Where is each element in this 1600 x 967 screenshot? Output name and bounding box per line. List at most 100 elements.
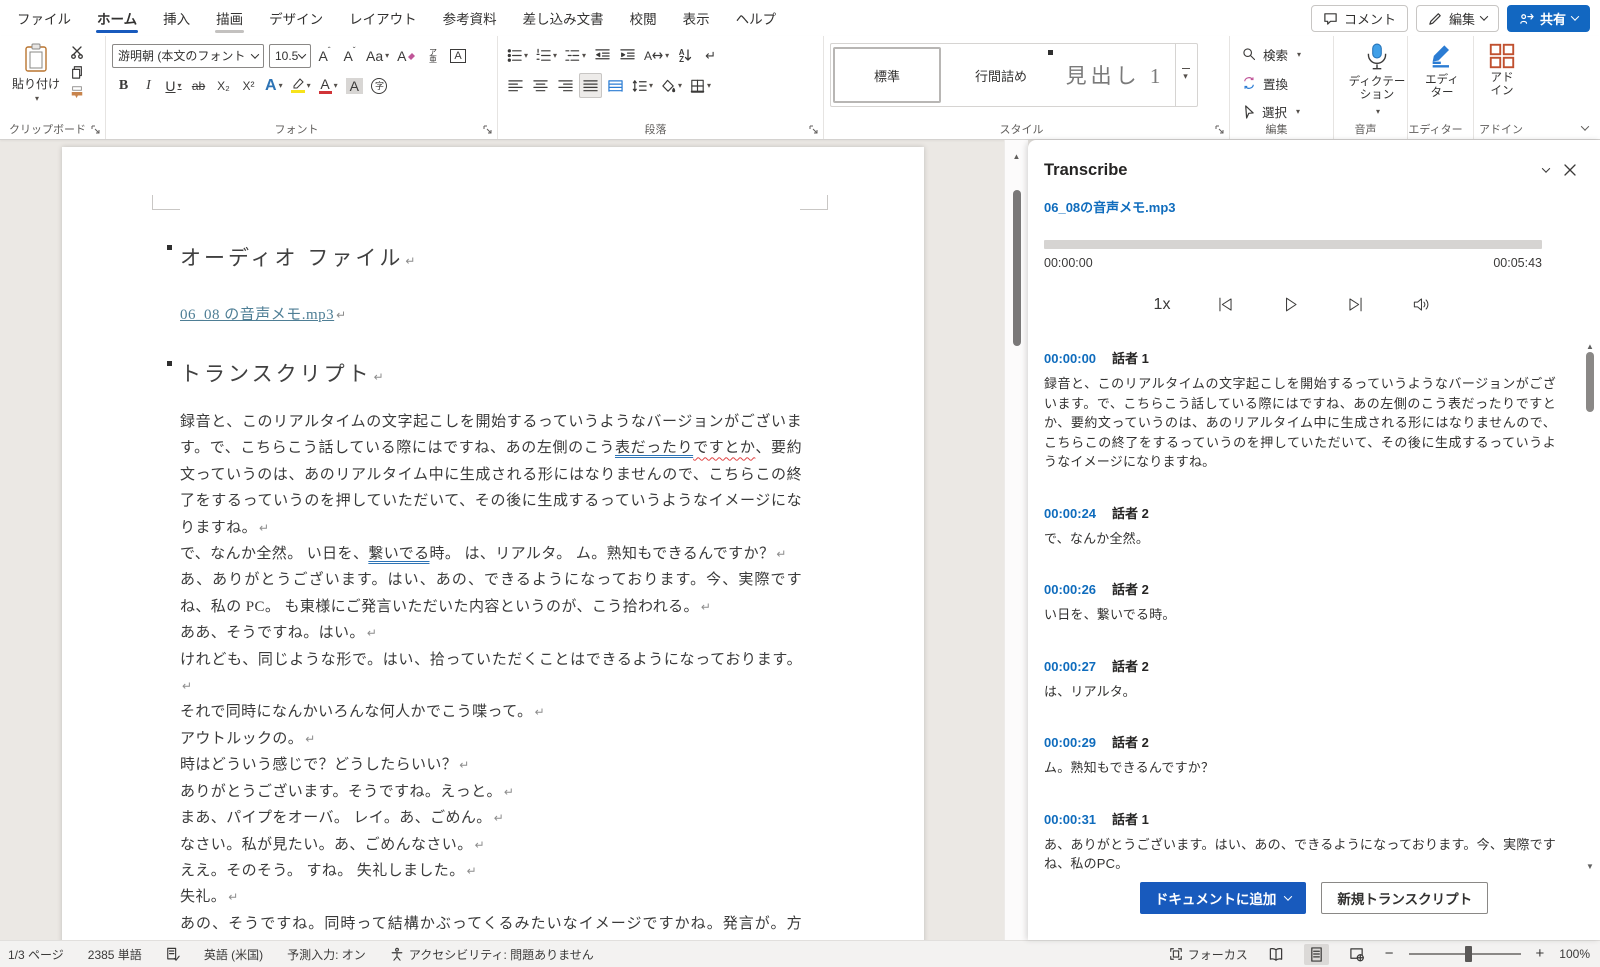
entry-text[interactable]: い日を、繋いでる時。 bbox=[1044, 605, 1556, 625]
volume-icon[interactable] bbox=[1411, 295, 1432, 314]
text-prediction-indicator[interactable]: 予測入力: オン bbox=[287, 946, 366, 963]
increase-indent-button[interactable] bbox=[616, 43, 639, 68]
entry-timestamp[interactable]: 00:00:24 bbox=[1044, 506, 1096, 521]
zoom-slider-thumb[interactable] bbox=[1465, 946, 1472, 962]
editing-mode-button[interactable]: 編集 bbox=[1416, 5, 1499, 32]
clear-formatting-button[interactable]: A bbox=[394, 43, 419, 68]
zoom-slider[interactable] bbox=[1409, 953, 1521, 955]
tab-mailings[interactable]: 差し込み文書 bbox=[510, 0, 617, 36]
playback-speed-button[interactable]: 1x bbox=[1154, 296, 1171, 314]
grow-font-button[interactable]: Aˆ bbox=[313, 43, 336, 68]
character-scaling-button[interactable]: A bbox=[641, 43, 672, 68]
entry-text[interactable]: ム。熟知もできるんですか？ bbox=[1044, 758, 1556, 778]
skip-back-icon[interactable] bbox=[1216, 295, 1235, 314]
italic-button[interactable]: I bbox=[137, 73, 160, 98]
entry-timestamp[interactable]: 00:00:00 bbox=[1044, 351, 1096, 366]
character-border-button[interactable]: A bbox=[446, 43, 469, 68]
tab-help[interactable]: ヘルプ bbox=[723, 0, 790, 36]
web-layout-button[interactable] bbox=[1344, 944, 1370, 965]
dictation-button[interactable]: ディクテーション bbox=[1340, 43, 1414, 123]
select-button[interactable]: 選択 bbox=[1242, 100, 1301, 123]
styles-gallery-more-button[interactable] bbox=[1175, 44, 1195, 106]
transcript-list[interactable]: 00:00:00話者 1 録音と、このリアルタイムの文字起こしを開始するっていう… bbox=[1028, 336, 1600, 878]
underline-button[interactable]: U bbox=[162, 73, 185, 98]
print-layout-button[interactable] bbox=[1304, 944, 1329, 965]
entry-timestamp[interactable]: 00:00:31 bbox=[1044, 812, 1096, 827]
scroll-up-arrow-icon[interactable] bbox=[1005, 146, 1028, 164]
multilevel-list-button[interactable] bbox=[562, 43, 589, 68]
change-case-button[interactable]: Aa bbox=[363, 43, 392, 68]
bullets-button[interactable] bbox=[504, 43, 531, 68]
font-size-select[interactable]: 10.5 bbox=[269, 44, 311, 68]
proofing-status-icon[interactable] bbox=[166, 947, 180, 962]
shading-button[interactable] bbox=[658, 73, 685, 98]
editor-button[interactable]: エディター bbox=[1414, 43, 1470, 123]
skip-forward-icon[interactable] bbox=[1346, 295, 1365, 314]
transcript-scrollbar[interactable] bbox=[1583, 336, 1597, 874]
transcript-entry[interactable]: 00:00:26話者 2 い日を、繋いでる時。 bbox=[1044, 579, 1556, 625]
add-to-document-button[interactable]: ドキュメントに追加 bbox=[1140, 882, 1307, 914]
strikethrough-button[interactable]: ab bbox=[187, 73, 210, 98]
entry-text[interactable]: は、リアルタ。 bbox=[1044, 682, 1556, 702]
character-shading-button[interactable]: A bbox=[343, 73, 366, 98]
entry-timestamp[interactable]: 00:00:26 bbox=[1044, 582, 1096, 597]
zoom-in-button[interactable]: + bbox=[1536, 949, 1545, 959]
dialog-launcher-icon[interactable] bbox=[91, 125, 101, 135]
align-left-button[interactable] bbox=[504, 73, 527, 98]
panel-close-button[interactable] bbox=[1558, 158, 1582, 182]
phonetic-guide-button[interactable]: ア亜 bbox=[421, 43, 444, 68]
addins-button[interactable]: アドイン bbox=[1480, 43, 1524, 123]
dialog-launcher-icon[interactable] bbox=[809, 125, 819, 135]
justify-button[interactable] bbox=[579, 73, 602, 98]
play-icon[interactable] bbox=[1281, 295, 1300, 314]
transcript-entry[interactable]: 00:00:24話者 2 で、なんか全然。 bbox=[1044, 503, 1556, 549]
focus-mode-button[interactable]: フォーカス bbox=[1169, 946, 1248, 963]
entry-text[interactable]: で、なんか全然。 bbox=[1044, 529, 1556, 549]
transcript-entry[interactable]: 00:00:27話者 2 は、リアルタ。 bbox=[1044, 656, 1556, 702]
style-heading1[interactable]: 見出し 1 bbox=[1061, 47, 1169, 103]
read-mode-button[interactable] bbox=[1263, 944, 1289, 965]
panel-collapse-button[interactable] bbox=[1534, 158, 1558, 182]
scroll-down-arrow-icon[interactable] bbox=[1583, 856, 1597, 874]
copy-icon[interactable] bbox=[70, 65, 84, 79]
superscript-button[interactable]: X² bbox=[237, 73, 260, 98]
style-normal[interactable]: 標準 bbox=[833, 47, 941, 103]
tab-file[interactable]: ファイル bbox=[4, 0, 84, 36]
tab-draw[interactable]: 描画 bbox=[203, 0, 256, 36]
comments-button[interactable]: コメント bbox=[1311, 5, 1408, 32]
decrease-indent-button[interactable] bbox=[591, 43, 614, 68]
transcript-entry[interactable]: 00:00:29話者 2 ム。熟知もできるんですか？ bbox=[1044, 732, 1556, 778]
zoom-out-button[interactable]: − bbox=[1385, 949, 1394, 959]
dialog-launcher-icon[interactable] bbox=[1215, 125, 1225, 135]
shrink-font-button[interactable]: Aˇ bbox=[338, 43, 361, 68]
show-formatting-marks-button[interactable]: ↵ bbox=[699, 43, 722, 68]
bold-button[interactable]: B bbox=[112, 73, 135, 98]
tab-review[interactable]: 校閲 bbox=[617, 0, 670, 36]
transcript-entry[interactable]: 00:00:00話者 1 録音と、このリアルタイムの文字起こしを開始するっていう… bbox=[1044, 348, 1556, 472]
font-color-button[interactable]: A bbox=[316, 73, 341, 98]
document-scrollbar-thumb[interactable] bbox=[1013, 190, 1021, 346]
sort-button[interactable]: AZ bbox=[674, 43, 697, 68]
new-transcript-button[interactable]: 新規トランスクリプト bbox=[1321, 882, 1488, 914]
style-no-spacing[interactable]: 行間詰め bbox=[947, 47, 1055, 103]
line-spacing-button[interactable] bbox=[629, 73, 656, 98]
document-scrollbar[interactable] bbox=[1004, 140, 1028, 940]
replace-button[interactable]: 置換 bbox=[1242, 72, 1301, 95]
numbering-button[interactable] bbox=[533, 43, 560, 68]
entry-timestamp[interactable]: 00:00:29 bbox=[1044, 735, 1096, 750]
subscript-button[interactable]: X₂ bbox=[212, 73, 235, 98]
paste-button[interactable]: 貼り付け bbox=[6, 43, 66, 123]
distributed-button[interactable] bbox=[604, 73, 627, 98]
highlight-color-button[interactable] bbox=[288, 73, 314, 98]
transcript-entry[interactable]: 00:00:31話者 1 あ、ありがとうございます。はい、あの、できるようになっ… bbox=[1044, 809, 1556, 874]
tab-design[interactable]: デザイン bbox=[256, 0, 336, 36]
audio-file-link[interactable]: 06_08 の音声メモ.mp3 bbox=[180, 307, 334, 323]
entry-text[interactable]: あ、ありがとうございます。はい、あの、できるようになっております。今、実際ですね… bbox=[1044, 835, 1556, 874]
tab-view[interactable]: 表示 bbox=[670, 0, 723, 36]
find-button[interactable]: 検索 bbox=[1242, 43, 1301, 66]
document-content[interactable]: オーディオ ファイル↵ 06_08 の音声メモ.mp3↵ トランスクリプト↵ 録… bbox=[180, 242, 802, 940]
tab-home[interactable]: ホーム bbox=[84, 0, 150, 36]
audio-progress-bar[interactable] bbox=[1044, 240, 1542, 249]
page-indicator[interactable]: 1/3 ページ bbox=[8, 946, 64, 963]
enclose-characters-button[interactable]: 字 bbox=[368, 73, 391, 98]
